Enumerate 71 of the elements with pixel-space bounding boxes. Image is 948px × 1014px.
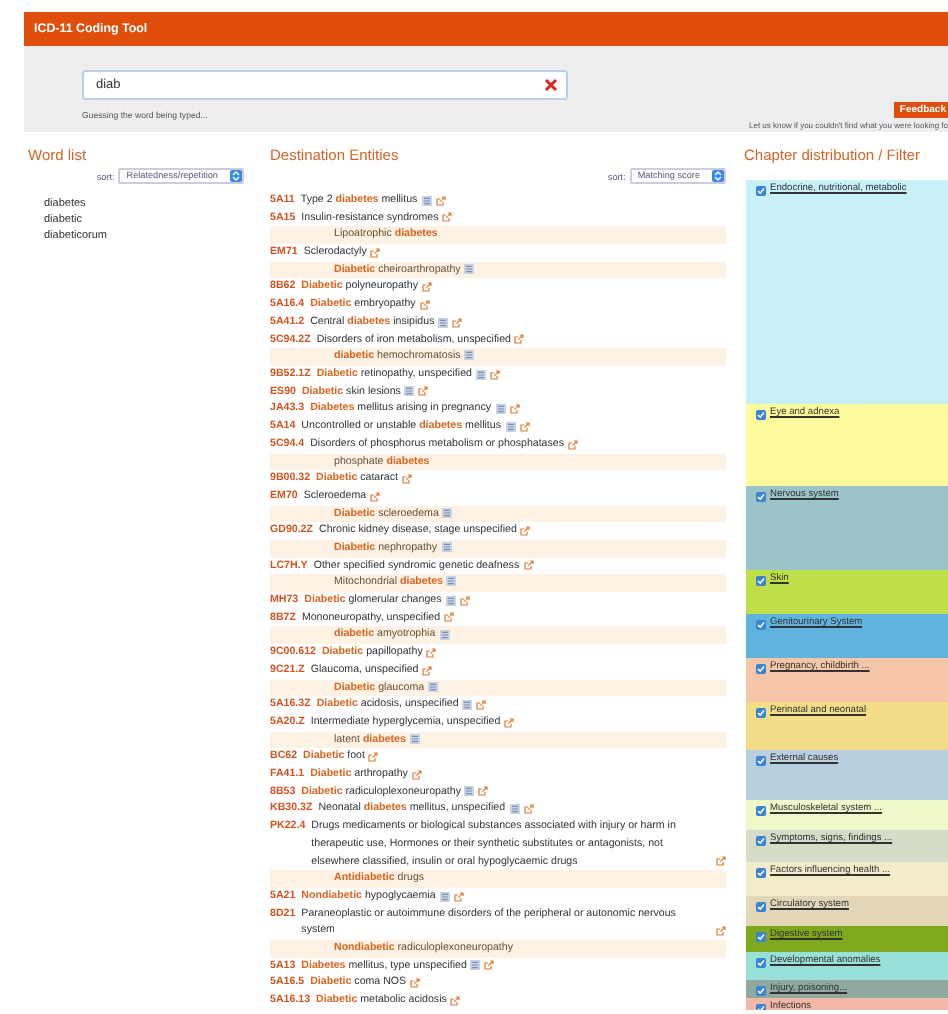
external-link-icon[interactable] (716, 856, 726, 867)
list-icon[interactable] (464, 263, 475, 274)
external-link-icon[interactable] (478, 786, 489, 797)
external-link-icon[interactable] (523, 804, 534, 815)
external-link-icon[interactable] (370, 491, 381, 502)
list-icon[interactable] (446, 576, 457, 587)
external-link-icon[interactable] (422, 665, 433, 676)
external-link-icon[interactable] (453, 891, 464, 902)
external-link-icon[interactable] (418, 386, 429, 397)
external-link-icon[interactable] (489, 369, 500, 380)
external-link-icon[interactable] (444, 612, 455, 623)
external-link-icon[interactable] (520, 525, 531, 536)
checkbox[interactable] (756, 867, 766, 877)
list-icon[interactable] (441, 542, 452, 553)
external-link-icon[interactable] (411, 769, 422, 780)
checkbox[interactable] (756, 957, 766, 967)
external-link-icon[interactable] (716, 926, 726, 937)
list-icon[interactable] (470, 960, 481, 971)
external-link-icon[interactable] (421, 282, 432, 293)
external-link-icon[interactable] (450, 995, 461, 1006)
external-link-icon[interactable] (419, 299, 430, 310)
external-link-icon[interactable] (452, 317, 463, 328)
external-link-icon[interactable] (568, 439, 578, 449)
external-link-icon[interactable] (442, 212, 453, 223)
checkbox[interactable] (756, 985, 766, 995)
checkbox[interactable] (756, 707, 766, 717)
list-icon[interactable] (495, 404, 505, 415)
list-icon[interactable] (509, 804, 520, 815)
list-icon[interactable] (439, 629, 450, 640)
list-icon[interactable] (462, 699, 473, 710)
list-icon[interactable] (404, 386, 415, 397)
checkbox[interactable] (756, 619, 766, 629)
checkbox[interactable] (756, 1003, 766, 1010)
list-icon[interactable] (439, 891, 450, 902)
checkbox[interactable] (756, 663, 766, 673)
checkbox[interactable] (756, 491, 766, 501)
list-icon[interactable] (421, 195, 432, 206)
clear-icon[interactable] (544, 78, 558, 92)
dropdown-icon (230, 170, 242, 182)
external-link-icon[interactable] (476, 699, 487, 710)
external-link-icon[interactable] (401, 473, 412, 484)
list-icon[interactable] (428, 681, 439, 692)
checkbox[interactable] (756, 931, 766, 941)
list-icon[interactable] (475, 369, 486, 380)
external-link-icon[interactable] (523, 560, 534, 571)
external-link-icon[interactable] (514, 334, 525, 345)
checkbox[interactable] (756, 409, 766, 419)
checkbox[interactable] (756, 805, 766, 815)
external-link-icon[interactable] (370, 247, 381, 258)
list-icon[interactable] (505, 421, 515, 432)
list-icon[interactable] (409, 733, 420, 744)
checkbox[interactable] (756, 575, 766, 585)
checkbox[interactable] (756, 835, 766, 845)
list-icon[interactable] (445, 595, 456, 606)
list-icon[interactable] (464, 786, 475, 797)
external-link-icon[interactable] (426, 647, 437, 658)
external-link-icon[interactable] (504, 717, 515, 728)
checkbox[interactable] (756, 901, 766, 911)
external-link-icon[interactable] (410, 978, 421, 989)
checkbox[interactable] (756, 185, 766, 195)
external-link-icon[interactable] (484, 960, 495, 971)
list-icon[interactable] (438, 317, 449, 328)
external-link-icon[interactable] (519, 421, 529, 432)
external-link-icon[interactable] (509, 404, 519, 415)
list-icon[interactable] (442, 507, 453, 518)
checkbox[interactable] (756, 755, 766, 765)
external-link-icon[interactable] (459, 595, 470, 606)
list-icon[interactable] (464, 350, 475, 361)
external-link-icon[interactable] (368, 752, 379, 763)
dropdown-icon (712, 170, 724, 182)
external-link-icon[interactable] (435, 195, 446, 206)
